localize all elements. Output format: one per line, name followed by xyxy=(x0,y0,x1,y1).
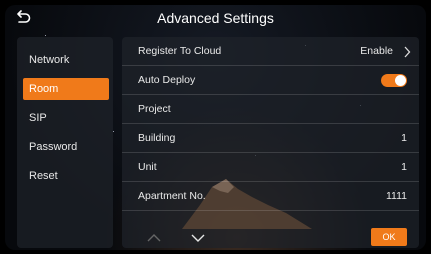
sidebar-item-sip[interactable]: SIP xyxy=(23,107,109,129)
building-label: Building xyxy=(138,132,176,144)
register-to-cloud-value: Enable xyxy=(360,45,393,57)
settings-screen: Advanced Settings Network Room SIP Passw… xyxy=(5,5,426,250)
register-to-cloud-row[interactable]: Register To Cloud Enable xyxy=(122,37,419,66)
apartment-no-row[interactable]: Apartment No. 1111 xyxy=(122,182,419,211)
star-decoration xyxy=(113,131,114,132)
apartment-no-label: Apartment No. xyxy=(138,190,206,202)
auto-deploy-toggle[interactable] xyxy=(381,74,407,87)
star-decoration xyxy=(45,35,46,36)
settings-panel: Register To Cloud Enable Auto Deploy Pro… xyxy=(122,37,419,248)
sidebar-item-password[interactable]: Password xyxy=(23,136,109,158)
apartment-no-value: 1111 xyxy=(385,190,407,202)
unit-value: 1 xyxy=(401,161,407,173)
auto-deploy-label: Auto Deploy xyxy=(138,74,196,86)
building-row[interactable]: Building 1 xyxy=(122,124,419,153)
chevron-down-icon[interactable] xyxy=(190,233,206,243)
project-label: Project xyxy=(138,103,171,115)
project-row[interactable]: Project xyxy=(122,95,419,124)
unit-label: Unit xyxy=(138,161,157,173)
header-bar: Advanced Settings xyxy=(5,5,426,31)
unit-row[interactable]: Unit 1 xyxy=(122,153,419,182)
sidebar-item-reset[interactable]: Reset xyxy=(23,165,109,187)
sidebar-item-network[interactable]: Network xyxy=(23,49,109,71)
building-value: 1 xyxy=(401,132,407,144)
page-title: Advanced Settings xyxy=(157,10,274,26)
chevron-up-icon[interactable] xyxy=(146,233,162,243)
auto-deploy-row: Auto Deploy xyxy=(122,66,419,95)
sidebar-item-room[interactable]: Room xyxy=(23,78,109,100)
chevron-right-icon[interactable] xyxy=(403,46,411,58)
sidebar: Network Room SIP Password Reset xyxy=(17,37,113,248)
register-to-cloud-label: Register To Cloud xyxy=(138,45,222,57)
ok-button[interactable]: OK xyxy=(371,228,407,246)
toggle-knob xyxy=(395,75,406,86)
